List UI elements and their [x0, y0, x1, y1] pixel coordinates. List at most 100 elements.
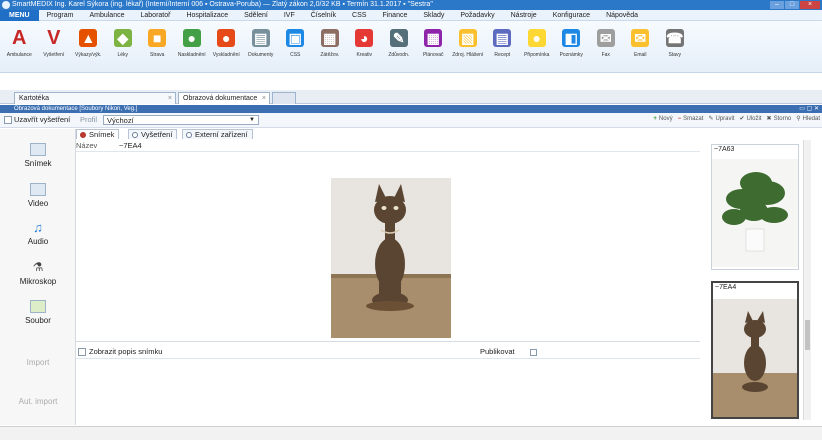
ribbon-button[interactable]: ✉ Email	[623, 21, 658, 73]
scrollbar-thumb[interactable]	[805, 320, 810, 350]
close-button[interactable]: ×	[800, 1, 820, 9]
action-button[interactable]: ✔ Uložit	[739, 115, 761, 122]
menu-messages[interactable]: Sdělení	[236, 12, 276, 19]
ribbon-button[interactable]: ◧ Poznámky	[554, 21, 589, 73]
ribbon-button[interactable]: ■ Strava	[140, 21, 175, 73]
close-tab-icon[interactable]: ×	[262, 93, 266, 104]
action-label: Uložit	[746, 116, 762, 122]
menu-requests[interactable]: Požadavky	[452, 12, 502, 19]
action-button[interactable]: + Nový	[653, 116, 672, 122]
ribbon-icon: ✎	[389, 29, 408, 47]
ribbon-button[interactable]: ▤ Dokumenty	[244, 21, 279, 73]
ribbon-icon: ✉	[596, 29, 615, 47]
tab-image-documentation[interactable]: Obrazová dokumentace ×	[178, 92, 270, 104]
radio-icon	[132, 132, 138, 138]
action-button[interactable]: ✎ Upravit	[708, 115, 734, 122]
action-label: Nový	[658, 115, 673, 122]
menu-configuration[interactable]: Konfigurace	[545, 12, 598, 19]
ribbon-button[interactable]: ▧ Zdroj. Hlášení	[451, 21, 486, 73]
source-picture[interactable]: Snímek	[0, 143, 76, 168]
cat-statue-thumbnail-image	[713, 299, 797, 417]
auto-import-button[interactable]: Aut. import	[0, 397, 76, 406]
tab-strip: Kartotéka × Obrazová dokumentace ×	[0, 90, 822, 104]
ribbon-icon: ☎	[665, 29, 684, 47]
ribbon-label: Léky	[117, 52, 129, 58]
ribbon-button[interactable]: ☎ Stavy	[658, 21, 693, 73]
source-video[interactable]: Video	[0, 183, 76, 208]
action-icon: +	[653, 115, 657, 122]
ribbon-icon: ▤	[251, 29, 270, 47]
maximize-button[interactable]: □	[785, 1, 799, 9]
menu-laboratory[interactable]: Laboratoř	[133, 12, 179, 19]
name-input[interactable]: ~7EA4	[116, 140, 700, 151]
source-file[interactable]: Soubor	[0, 300, 76, 325]
file-icon	[30, 300, 46, 313]
menu-button[interactable]: MENU	[0, 9, 39, 21]
ribbon-icon: ◆	[113, 29, 132, 47]
ribbon-label: Zátěžov.	[320, 52, 340, 58]
thumbnail-cat-statue[interactable]: ~7EA4	[711, 281, 799, 419]
ribbon-button[interactable]: ● Naskladnění	[175, 21, 210, 73]
action-icon: ✎	[708, 116, 714, 122]
document-window-controls[interactable]: ▭ ▢ ✕	[799, 105, 819, 113]
ribbon-icon: ●	[527, 29, 546, 47]
window-titlebar: SmartMEDIX Ing. Karel Sýkora (ing. lékař…	[0, 0, 822, 10]
ribbon-button[interactable]: V Vyšetření	[37, 21, 72, 73]
show-description-checkbox[interactable]	[78, 348, 86, 356]
menu-ivf[interactable]: IVF	[276, 12, 303, 19]
menu-css[interactable]: CSS	[344, 12, 374, 19]
action-label: Upravit	[715, 116, 735, 122]
profile-select[interactable]: Výchozí ▼	[103, 115, 259, 125]
ribbon-button[interactable]: ✎ Zdůvodn.	[382, 21, 417, 73]
close-exam-checkbox[interactable]	[4, 116, 12, 124]
ribbon-button[interactable]: ▤ Recept	[485, 21, 520, 73]
thumbnail-plant[interactable]: ~7A63	[711, 144, 799, 270]
thumbnail-scrollbar[interactable]	[803, 140, 811, 420]
ribbon-button[interactable]: ● Vyskladnění	[209, 21, 244, 73]
ribbon-button[interactable]: ▣ CSS	[278, 21, 313, 73]
menu-help[interactable]: Nápověda	[598, 12, 646, 19]
ribbon-icon: ✉	[631, 29, 650, 47]
ribbon-label: Vyšetření	[43, 52, 65, 58]
new-tab-button[interactable]	[272, 92, 296, 104]
menu-hospitalization[interactable]: Hospitalizace	[178, 12, 236, 19]
menu-program[interactable]: Program	[39, 12, 82, 19]
ribbon-icon: ●	[182, 29, 201, 47]
ribbon-button[interactable]: ◕ Kreativ	[347, 21, 382, 73]
action-button[interactable]: ✖ Storno	[767, 115, 792, 122]
source-microscope[interactable]: ⚗ Mikroskop	[0, 261, 76, 287]
detail-tabs: Snímek Vyšetření Externí zařízení	[76, 128, 700, 139]
menu-codebook[interactable]: Číselník	[303, 12, 344, 19]
ribbon-button[interactable]: ✉ Fax	[589, 21, 624, 73]
tab-examination[interactable]: Vyšetření	[128, 129, 178, 139]
minimize-button[interactable]: –	[770, 1, 784, 9]
source-audio[interactable]: ♫ Audio	[0, 221, 76, 246]
ribbon-icon: ▣	[286, 29, 305, 47]
import-label: Import	[26, 358, 50, 367]
menu-finance[interactable]: Finance	[374, 12, 415, 19]
ribbon-button[interactable]: ▲ Výkazy/výk.	[71, 21, 106, 73]
ribbon-button[interactable]: ▦ Zátěžov.	[313, 21, 348, 73]
action-button[interactable]: − Smazat	[678, 116, 704, 122]
radio-icon	[80, 132, 86, 138]
ribbon-icon: ◧	[562, 29, 581, 47]
ribbon-button[interactable]: ● Připomínka	[520, 21, 555, 73]
ribbon-button[interactable]: A Ambulance	[2, 21, 37, 73]
tab-external-device[interactable]: Externí zařízení	[182, 129, 253, 139]
ribbon-button[interactable]: ◆ Léky	[106, 21, 141, 73]
tab-picture[interactable]: Snímek	[76, 129, 120, 139]
close-exam-label: Uzavřít vyšetření	[14, 115, 71, 124]
import-button[interactable]: Import	[0, 358, 76, 367]
ribbon-label: Plánovač	[422, 52, 444, 58]
menu-stock[interactable]: Sklady	[415, 12, 452, 19]
tab-card-file[interactable]: Kartotéka ×	[14, 92, 176, 104]
menu-ambulance[interactable]: Ambulance	[81, 12, 132, 19]
ribbon-button[interactable]: ▦ Plánovač	[416, 21, 451, 73]
publish-label: Publikovat	[480, 347, 515, 356]
close-tab-icon[interactable]: ×	[168, 93, 172, 104]
action-button[interactable]: ⚲ Hledat	[796, 115, 820, 122]
menu-tools[interactable]: Nástroje	[503, 12, 545, 19]
picture-icon	[30, 143, 46, 156]
ribbon-icon: ▧	[458, 29, 477, 47]
publish-checkbox[interactable]	[530, 349, 537, 356]
